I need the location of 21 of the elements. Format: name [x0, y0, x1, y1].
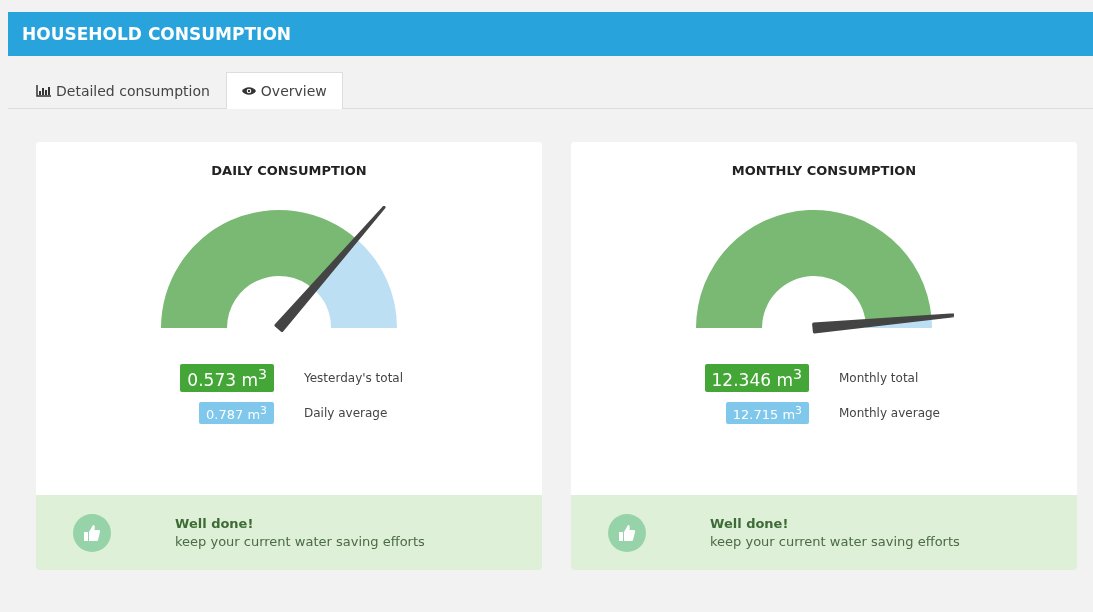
total-label: Monthly total: [839, 370, 920, 385]
eye-icon: [241, 86, 256, 96]
average-value: 0.787 m$^{3}$: [199, 401, 274, 424]
thumbs-up-icon: [73, 513, 111, 552]
message-text: keep your current water saving efforts: [710, 534, 960, 549]
message-heading: Well done!: [710, 516, 790, 531]
card-title: MONTHLY CONSUMPTION: [730, 163, 918, 178]
total-label: Yesterday's total: [304, 370, 405, 385]
average-label: Daily average: [304, 405, 389, 420]
thumbs-up-icon: [608, 513, 646, 552]
total-value: 0.573 m$^{3}$: [180, 364, 274, 392]
card-title: DAILY CONSUMPTION: [210, 163, 368, 178]
tab[interactable]: Overview: [225, 72, 343, 109]
total-value: 12.346 m$^{3}$: [704, 364, 809, 392]
message-heading: Well done!: [175, 516, 255, 531]
average-label: Monthly average: [839, 405, 941, 420]
page-title: HOUSEHOLD CONSUMPTION: [8, 12, 1093, 56]
bar-chart-icon: [36, 85, 51, 97]
message-text: keep your current water saving efforts: [175, 534, 425, 549]
tab[interactable]: Detailed consumption: [20, 72, 226, 109]
average-value: 12.715 m$^{3}$: [725, 401, 809, 424]
